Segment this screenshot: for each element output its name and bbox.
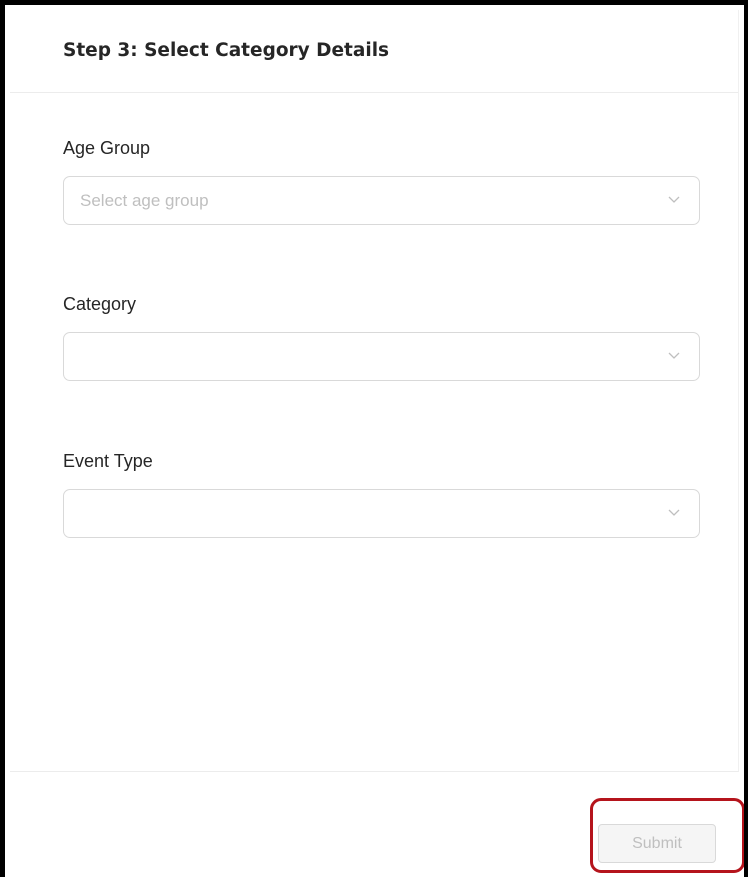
age-group-placeholder: Select age group — [80, 191, 209, 210]
chevron-down-icon — [668, 352, 680, 359]
chevron-down-icon — [668, 509, 680, 516]
event-type-label: Event Type — [63, 451, 153, 471]
category-details-card: Step 3: Select Category Details Age Grou… — [10, 10, 739, 772]
page-title: Step 3: Select Category Details — [63, 40, 390, 61]
age-group-label: Age Group — [63, 138, 151, 158]
category-select[interactable] — [63, 332, 700, 381]
card-header: Step 3: Select Category Details — [10, 10, 738, 93]
submit-button[interactable]: Submit — [598, 824, 716, 863]
age-group-select[interactable]: Select age group — [63, 176, 700, 225]
event-type-select[interactable] — [63, 489, 700, 538]
category-label: Category — [63, 294, 137, 314]
chevron-down-icon — [668, 196, 680, 203]
app-frame: Step 3: Select Category Details Age Grou… — [0, 0, 748, 877]
